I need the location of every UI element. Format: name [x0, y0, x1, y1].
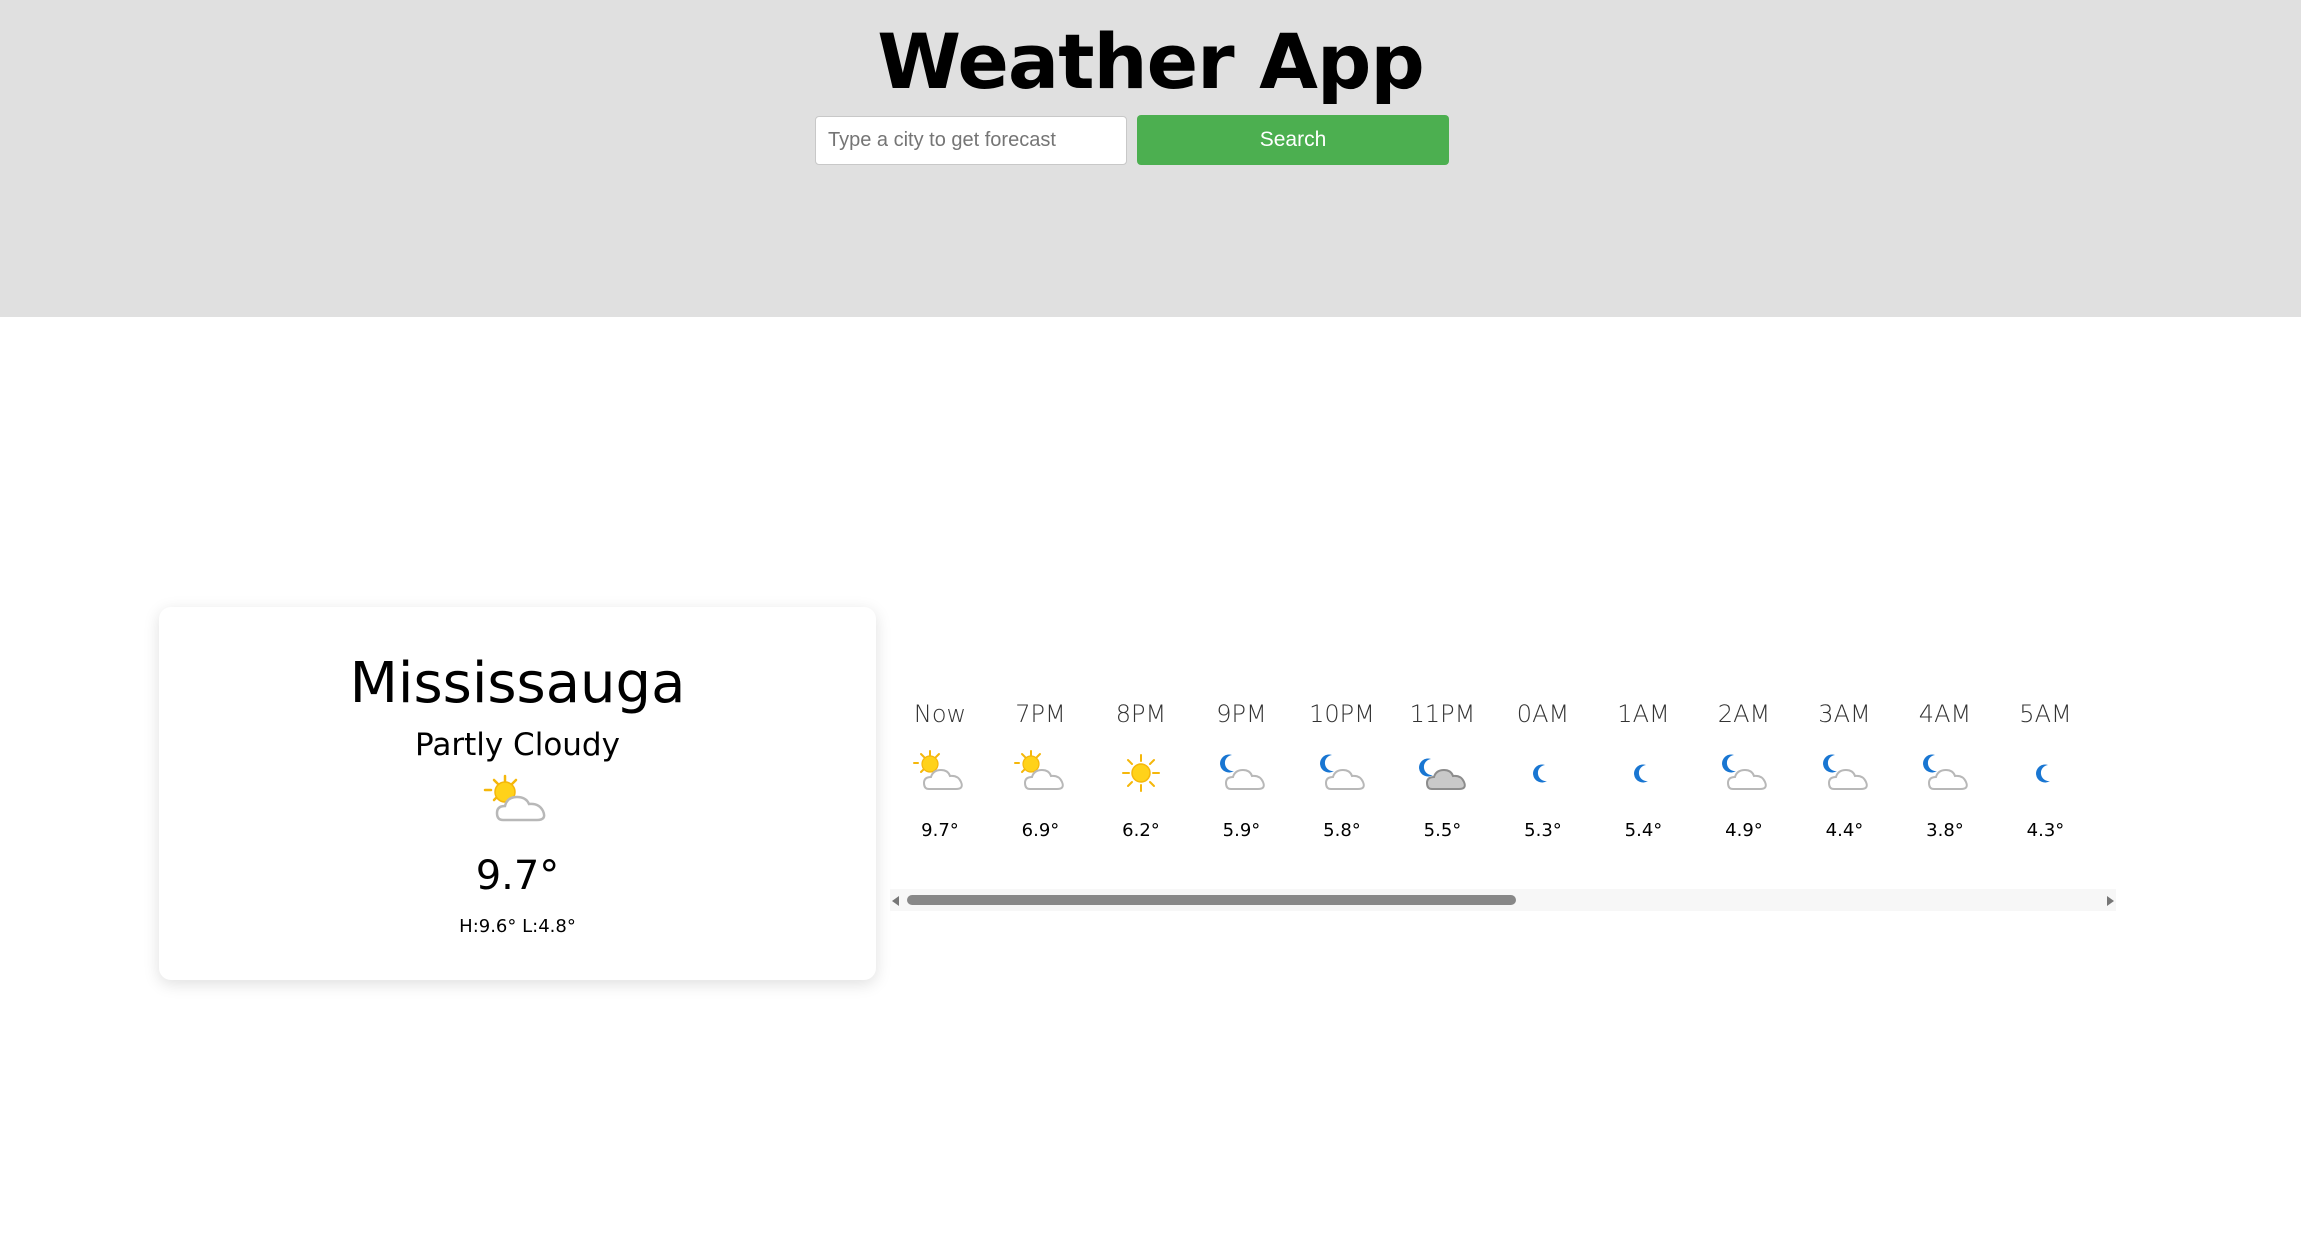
weather-condition: Partly Cloudy — [415, 727, 620, 763]
hour-label: Now — [913, 700, 967, 728]
partly-cloudy-night-icon — [1917, 749, 1973, 797]
current-weather-card: Mississauga Partly Cloudy 9.7° H:9.6° L:… — [159, 607, 876, 980]
partly-cloudy-night-icon — [1716, 749, 1772, 797]
hourly-scrollbar[interactable] — [890, 889, 2116, 911]
clear-night-icon — [1616, 749, 1672, 797]
sunny-icon — [1113, 749, 1169, 797]
scroll-right-arrow-icon[interactable] — [2107, 896, 2114, 906]
hour-temperature: 5.8° — [1323, 820, 1361, 841]
hour-temperature: 4.4° — [1825, 820, 1864, 841]
hour-label: 9PM — [1216, 700, 1267, 728]
hour-temperature: 4.3° — [2026, 820, 2065, 841]
scrollbar-thumb[interactable] — [907, 895, 1516, 905]
hour-label: 5AM — [2019, 700, 2072, 728]
hour-label: 4AM — [1918, 700, 1972, 728]
hour-label: 7PM — [1015, 700, 1066, 728]
hour-temperature: 6.9° — [1021, 820, 1060, 841]
hour-label: 1AM — [1617, 700, 1670, 728]
current-temperature: 9.7° — [475, 853, 560, 899]
city-name: Mississauga — [349, 651, 686, 716]
cloudy-night-icon — [1415, 749, 1471, 797]
partly-cloudy-night-icon — [1817, 749, 1873, 797]
search-input[interactable] — [815, 116, 1127, 165]
hour-temperature: 5.3° — [1524, 820, 1562, 841]
hour-label: 2AM — [1717, 700, 1771, 728]
hour-temperature: 5.9° — [1222, 820, 1261, 841]
hour-temperature: 3.8° — [1926, 820, 1964, 841]
search-button[interactable]: Search — [1137, 115, 1449, 165]
clear-night-icon — [1515, 749, 1571, 797]
partly-cloudy-day-icon — [912, 749, 968, 797]
partly-cloudy-night-icon — [1314, 749, 1370, 797]
hour-temperature: 9.7° — [921, 820, 959, 841]
partly-cloudy-night-icon — [1214, 749, 1270, 797]
partly-cloudy-day-icon — [481, 772, 553, 832]
hour-label: 10PM — [1309, 700, 1375, 728]
hour-label: 11PM — [1409, 700, 1476, 728]
partly-cloudy-day-icon — [1013, 749, 1069, 797]
hour-temperature: 6.2° — [1122, 820, 1160, 841]
hour-label: 0AM — [1516, 700, 1570, 728]
hour-temperature: 4.9° — [1725, 820, 1763, 841]
clear-night-icon — [2018, 749, 2074, 797]
hour-temperature: 5.5° — [1423, 820, 1462, 841]
app-title: Weather App — [877, 17, 1425, 106]
hourly-forecast[interactable]: Now 9.7° 7PM 6.9° 8PM 6.2° 9PM 5.9° 10PM 5.8° 11PM… — [890, 685, 2116, 915]
hour-temperature: 5.4° — [1624, 820, 1663, 841]
scroll-left-arrow-icon[interactable] — [892, 896, 899, 906]
hour-label: 8PM — [1115, 700, 1167, 728]
header: Weather App Search — [0, 0, 2301, 317]
hour-label: 3AM — [1818, 700, 1871, 728]
high-low-temperature: H:9.6° L:4.8° — [459, 916, 576, 937]
